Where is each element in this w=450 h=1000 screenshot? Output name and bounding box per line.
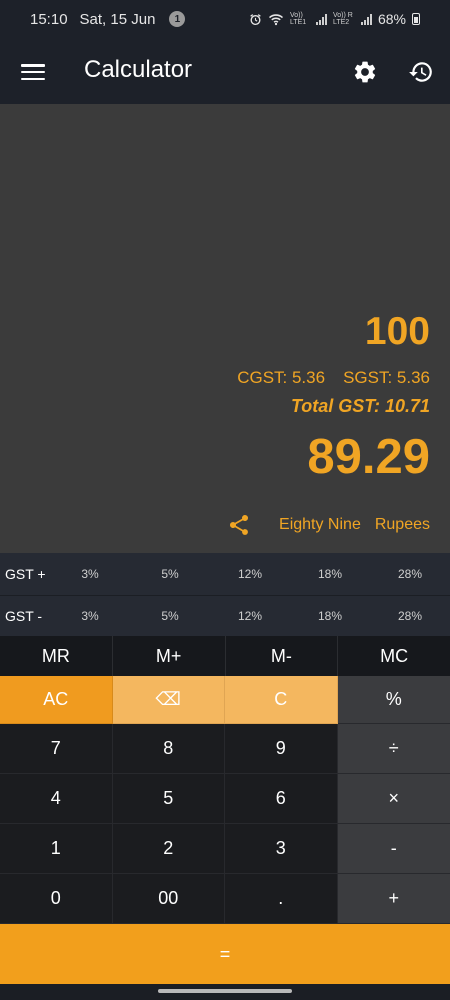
multiply-button[interactable]: × xyxy=(337,774,450,824)
home-gesture-handle[interactable] xyxy=(158,989,292,993)
gst-plus-rate-button[interactable]: 5% xyxy=(130,567,210,581)
notification-count-badge: 1 xyxy=(169,11,186,27)
gst-plus-rate-button[interactable]: 12% xyxy=(210,567,290,581)
clear-button[interactable]: C xyxy=(225,676,338,724)
all-clear-button[interactable]: AC xyxy=(0,676,113,724)
gst-minus-label: GST - xyxy=(5,607,43,624)
share-icon[interactable] xyxy=(227,513,251,537)
sim2-label: Vo)) R LTE2 xyxy=(332,12,353,26)
gst-plus-row: GST + 3% 5% 12% 18% 28% xyxy=(0,553,450,595)
gst-minus-row: GST - 3% 5% 12% 18% 28% xyxy=(0,594,450,637)
digit-7-button[interactable]: 7 xyxy=(0,724,113,774)
equals-button[interactable]: = xyxy=(0,924,450,984)
status-date: Sat, 15 Jun xyxy=(79,10,156,28)
digit-0-button[interactable]: 0 xyxy=(0,874,113,924)
double-zero-button[interactable]: 00 xyxy=(112,874,225,924)
gst-minus-rate-button[interactable]: 3% xyxy=(50,609,130,623)
status-bar: 15:10 Sat, 15 Jun 1 Vo)) LTE1 Vo)) R LTE… xyxy=(0,0,450,38)
memory-recall-button[interactable]: MR xyxy=(0,636,113,676)
amount-in-words: Eighty Nine Rupees xyxy=(227,513,430,537)
keypad: AC ⌫ C % 7 8 9 ÷ 4 5 6 × 1 2 3 - 0 00 . … xyxy=(0,676,450,924)
gst-rate-panel: GST + 3% 5% 12% 18% 28% GST - 3% 5% 12% … xyxy=(0,553,450,636)
wifi-icon xyxy=(268,13,283,25)
menu-icon[interactable] xyxy=(21,64,45,81)
alarm-icon xyxy=(250,13,261,25)
sim1-label: Vo)) LTE1 xyxy=(289,12,307,26)
digit-3-button[interactable]: 3 xyxy=(225,824,338,874)
gst-breakdown: CGST: 5.36 SGST: 5.36 xyxy=(237,368,430,388)
digit-1-button[interactable]: 1 xyxy=(0,824,113,874)
backspace-button[interactable]: ⌫ xyxy=(112,676,225,724)
result-value: 89.29 xyxy=(307,430,430,484)
signal-bars-icon xyxy=(360,13,372,25)
battery-icon xyxy=(412,13,420,25)
gst-plus-rate-button[interactable]: 3% xyxy=(50,567,130,581)
percent-button[interactable]: % xyxy=(337,676,450,724)
minus-button[interactable]: - xyxy=(337,824,450,874)
words-part: Eighty Nine xyxy=(279,516,361,533)
memory-clear-button[interactable]: MC xyxy=(338,636,450,676)
total-gst: Total GST: 10.71 xyxy=(290,396,430,416)
app-bar: Calculator xyxy=(0,38,450,104)
divide-button[interactable]: ÷ xyxy=(337,724,450,774)
gst-minus-rate-button[interactable]: 5% xyxy=(130,609,210,623)
gst-minus-rate-button[interactable]: 18% xyxy=(290,609,370,623)
gst-minus-rate-button[interactable]: 12% xyxy=(210,609,290,623)
gear-icon[interactable] xyxy=(352,59,378,85)
decimal-point-button[interactable]: . xyxy=(225,874,338,924)
memory-add-button[interactable]: M+ xyxy=(113,636,226,676)
digit-5-button[interactable]: 5 xyxy=(112,774,225,824)
gst-plus-label: GST + xyxy=(5,565,46,582)
digit-2-button[interactable]: 2 xyxy=(112,824,225,874)
status-time: 15:10 xyxy=(30,10,68,28)
battery-percent: 68% xyxy=(377,11,406,27)
memory-subtract-button[interactable]: M- xyxy=(226,636,339,676)
memory-row: MR M+ M- MC xyxy=(0,636,450,676)
navigation-bar xyxy=(0,984,450,1000)
digit-9-button[interactable]: 9 xyxy=(225,724,338,774)
gst-plus-rate-button[interactable]: 18% xyxy=(290,567,370,581)
digit-6-button[interactable]: 6 xyxy=(225,774,338,824)
signal-bars-icon xyxy=(315,13,327,25)
words-part: Rupees xyxy=(374,516,430,533)
sgst-value: SGST: 5.36 xyxy=(343,368,430,387)
cgst-value: CGST: 5.36 xyxy=(237,368,326,387)
calculator-display: 100 CGST: 5.36 SGST: 5.36 Total GST: 10.… xyxy=(0,104,450,553)
digit-8-button[interactable]: 8 xyxy=(112,724,225,774)
digit-4-button[interactable]: 4 xyxy=(0,774,113,824)
plus-button[interactable]: + xyxy=(337,874,450,924)
app-title: Calculator xyxy=(84,56,193,83)
history-icon[interactable] xyxy=(408,59,434,85)
gst-minus-rate-button[interactable]: 28% xyxy=(370,609,450,623)
input-value: 100 xyxy=(364,310,430,353)
gst-plus-rate-button[interactable]: 28% xyxy=(370,567,450,581)
